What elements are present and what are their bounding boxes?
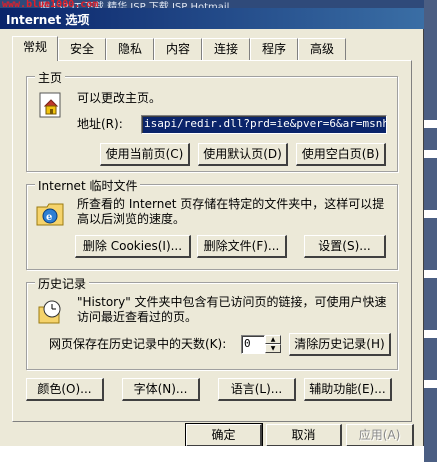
home-page-icon <box>39 92 61 118</box>
fonts-button[interactable]: 字体(N)... <box>122 378 200 401</box>
homepage-description: 可以更改主页。 <box>77 91 162 105</box>
temp-files-description: 所查看的 Internet 页存储在特定的文件夹中，这样可以提高以后浏览的速度。 <box>77 197 385 226</box>
temporary-files-icon: e <box>36 203 64 226</box>
history-days-spinner[interactable]: ▲ ▼ <box>265 335 281 354</box>
temp-files-group: Internet 临时文件 e 所查看的 Internet 页存储在特定的文件夹… <box>26 177 398 270</box>
watermark: www.blue1000.com <box>2 0 99 10</box>
tab-advanced[interactable]: 高级 <box>298 38 346 60</box>
tab-content[interactable]: 内容 <box>154 38 202 60</box>
history-description: "History" 文件夹中包含有已访问页的链接，可使用户快速访问最近查看过的页… <box>77 295 387 324</box>
spinner-down-icon[interactable]: ▼ <box>265 344 281 353</box>
colors-button[interactable]: 颜色(O)... <box>26 378 104 401</box>
delete-files-button[interactable]: 删除文件(F)... <box>197 235 287 258</box>
homepage-group: 主页 可以更改主页。 地址(R): isapi/redir.dll?prd=ie… <box>26 69 398 172</box>
temp-files-legend: Internet 临时文件 <box>35 177 141 194</box>
ok-button[interactable]: 确定 <box>185 423 263 448</box>
homepage-legend: 主页 <box>35 69 66 86</box>
spinner-up-icon[interactable]: ▲ <box>265 335 281 344</box>
use-blank-page-button[interactable]: 使用空白页(B) <box>296 143 386 166</box>
address-label: 地址(R): <box>77 117 123 131</box>
background-window-edge <box>424 0 437 462</box>
history-clock-icon <box>38 300 61 324</box>
history-days-input[interactable]: 0 <box>241 335 265 354</box>
background-page-area <box>0 446 424 462</box>
tab-connections[interactable]: 连接 <box>202 38 250 60</box>
use-default-page-button[interactable]: 使用默认页(D) <box>198 143 288 166</box>
clear-history-button[interactable]: 清除历史记录(H) <box>289 333 391 356</box>
tab-programs[interactable]: 程序 <box>250 38 298 60</box>
settings-button[interactable]: 设置(S)... <box>304 235 386 258</box>
homepage-address-input[interactable]: isapi/redir.dll?prd=ie&pver=6&ar=msnhome <box>141 115 387 134</box>
accessibility-button[interactable]: 辅助功能(E)... <box>304 378 392 401</box>
history-days-label: 网页保存在历史记录中的天数(K): <box>49 337 227 351</box>
dialog-title: Internet 选项 <box>6 13 90 27</box>
tab-general[interactable]: 常规 <box>12 36 58 61</box>
delete-cookies-button[interactable]: 删除 Cookies(I)... <box>75 235 191 258</box>
history-legend: 历史记录 <box>35 275 90 292</box>
internet-options-dialog: Internet 选项 常规 安全 隐私 内容 连接 程序 高级 主页 可以更改… <box>0 8 424 462</box>
history-group: 历史记录 "History" 文件夹中包含有已访问页的链接，可使用户快速访问最近… <box>26 275 398 370</box>
languages-button[interactable]: 语言(L)... <box>218 378 296 401</box>
title-bar[interactable]: Internet 选项 <box>0 8 424 29</box>
use-current-page-button[interactable]: 使用当前页(C) <box>100 143 190 166</box>
tab-privacy[interactable]: 隐私 <box>106 38 154 60</box>
apply-button[interactable]: 应用(A) <box>346 424 414 447</box>
tab-security[interactable]: 安全 <box>58 38 106 60</box>
cancel-button[interactable]: 取消 <box>266 424 342 447</box>
svg-text:e: e <box>46 212 52 223</box>
